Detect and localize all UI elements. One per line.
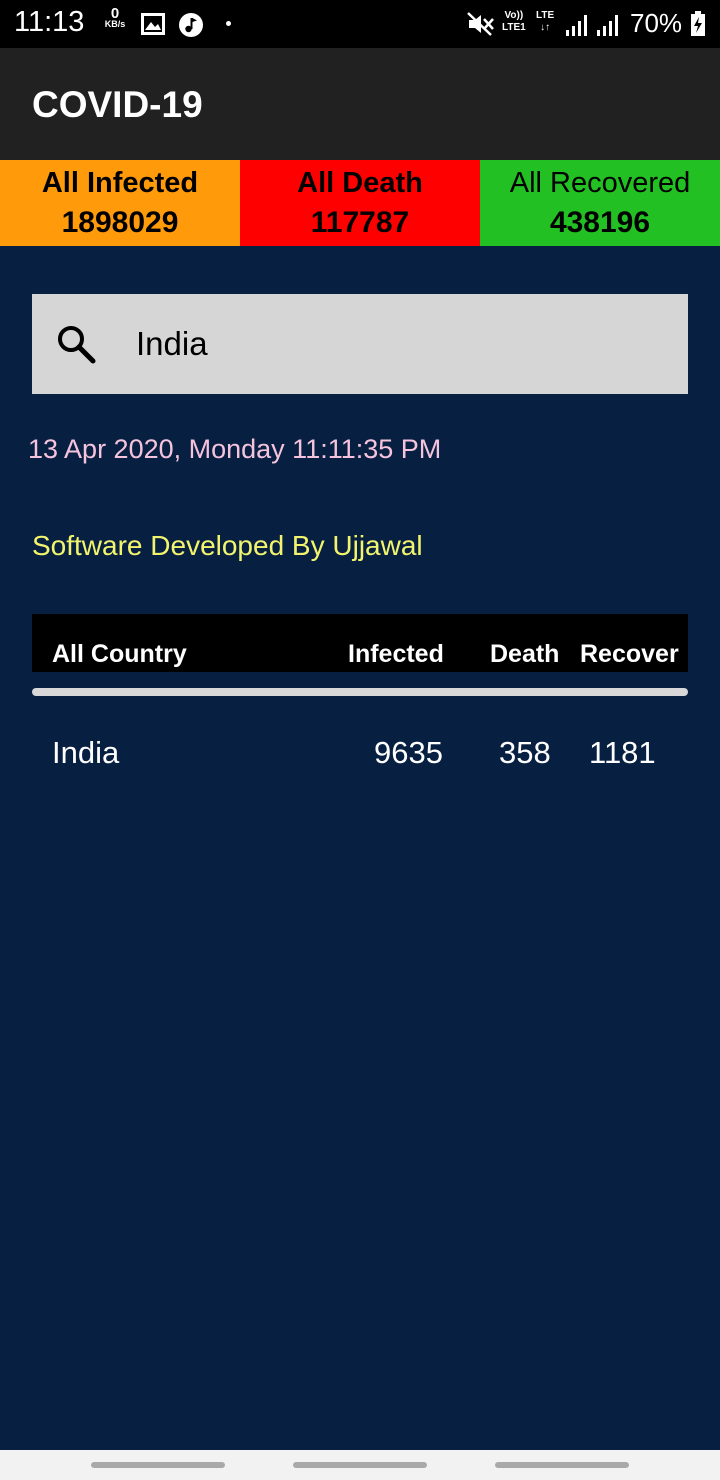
table-divider (32, 688, 688, 696)
app-bar: COVID-19 (0, 48, 720, 160)
navigation-bar (0, 1450, 720, 1480)
stat-death-value: 117787 (310, 206, 410, 239)
developer-credit: Software Developed By Ujjawal (32, 530, 423, 561)
search-bar[interactable] (32, 294, 688, 394)
stat-recovered-value: 438196 (549, 206, 651, 239)
signal-icon (597, 15, 618, 36)
stat-infected: All Infected 1898029 (0, 160, 240, 246)
row-recover: 1181 (589, 735, 656, 770)
row-infected: 9635 (374, 735, 443, 770)
volte-bottom: LTE1 (502, 22, 526, 33)
header-infected: Infected (348, 640, 444, 668)
stat-death-label: All Death (297, 167, 423, 199)
search-input[interactable] (136, 322, 656, 366)
table-header: All Country Infected Death Recover (32, 614, 688, 672)
battery-icon (691, 11, 705, 36)
header-recover: Recover (580, 640, 679, 668)
status-bar: 11:13 0 KB/s Vo)) LTE1 LTE ↓↑ 70% (0, 0, 720, 48)
data-speed: 0 KB/s (101, 5, 129, 30)
summary-stats: All Infected 1898029 All Death 117787 Al… (0, 160, 720, 246)
stat-infected-value: 1898029 (61, 206, 179, 239)
mute-icon (467, 12, 494, 36)
volte-top: Vo)) (504, 10, 524, 21)
lte-label: LTE (536, 10, 555, 21)
signal-icon (566, 15, 587, 36)
header-death: Death (490, 640, 560, 668)
stat-recovered-label: All Recovered (509, 167, 691, 199)
stat-infected-label: All Infected (41, 167, 199, 199)
header-country: All Country (52, 640, 187, 668)
table-row[interactable]: India 9635 358 1181 (32, 735, 688, 779)
last-updated-datetime: 13 Apr 2020, Monday 11:11:35 PM (28, 434, 442, 464)
stat-recovered: All Recovered 438196 (480, 160, 720, 246)
status-time: 11:13 (14, 6, 85, 38)
stat-death: All Death 117787 (240, 160, 480, 246)
nav-home-button[interactable] (293, 1462, 427, 1468)
music-icon (179, 13, 203, 37)
app-title: COVID-19 (32, 84, 203, 125)
search-icon[interactable] (56, 324, 96, 364)
row-country: India (52, 735, 120, 770)
lte-indicator: LTE ↓↑ (536, 10, 555, 33)
volte-indicator: Vo)) LTE1 (502, 10, 526, 34)
notification-dot (226, 21, 231, 26)
battery-percent: 70% (630, 8, 683, 38)
row-death: 358 (499, 735, 551, 770)
nav-back-button[interactable] (495, 1462, 629, 1468)
nav-recent-button[interactable] (91, 1462, 225, 1468)
data-speed-value: 0 (110, 5, 120, 22)
data-speed-unit: KB/s (104, 19, 126, 29)
gallery-icon (141, 13, 165, 35)
